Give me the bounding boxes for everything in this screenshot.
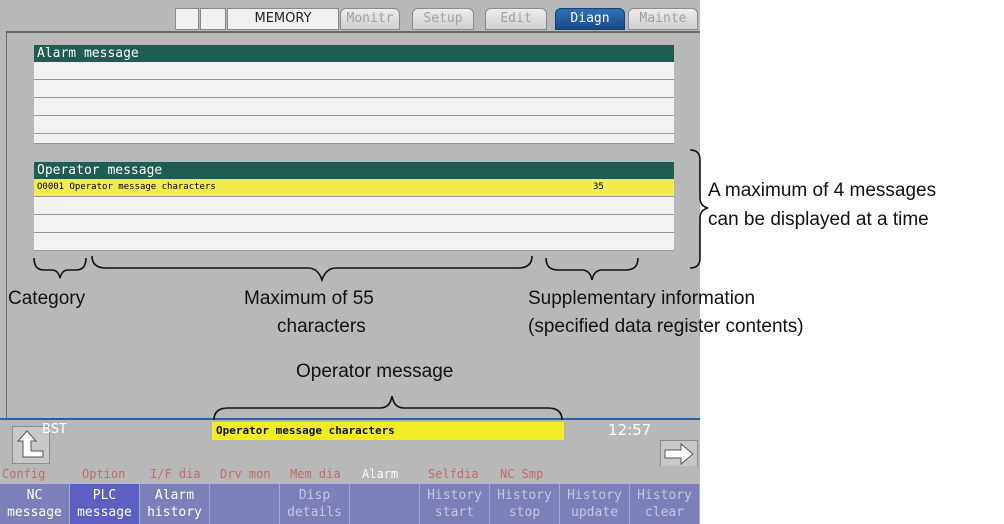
caption-supplementary-line2: (specified data register contents) [528, 316, 804, 337]
brace-max-characters [91, 255, 533, 283]
caption-max-messages-line2: can be displayed at a time [708, 209, 929, 230]
annotation-brackets [33, 149, 709, 421]
brace-supplementary [545, 257, 639, 281]
caption-max-characters-line2: characters [277, 316, 366, 337]
caption-category: Category [8, 288, 86, 309]
caption-operator-message: Operator message [296, 361, 454, 382]
caption-supplementary-line1: Supplementary information [528, 288, 756, 309]
brace-operator-message [213, 395, 563, 421]
brace-max-messages [689, 149, 709, 269]
caption-max-characters-line1: Maximum of 55 [244, 288, 374, 309]
caption-max-messages-line1: A maximum of 4 messages [708, 180, 937, 201]
brace-category [33, 257, 87, 279]
